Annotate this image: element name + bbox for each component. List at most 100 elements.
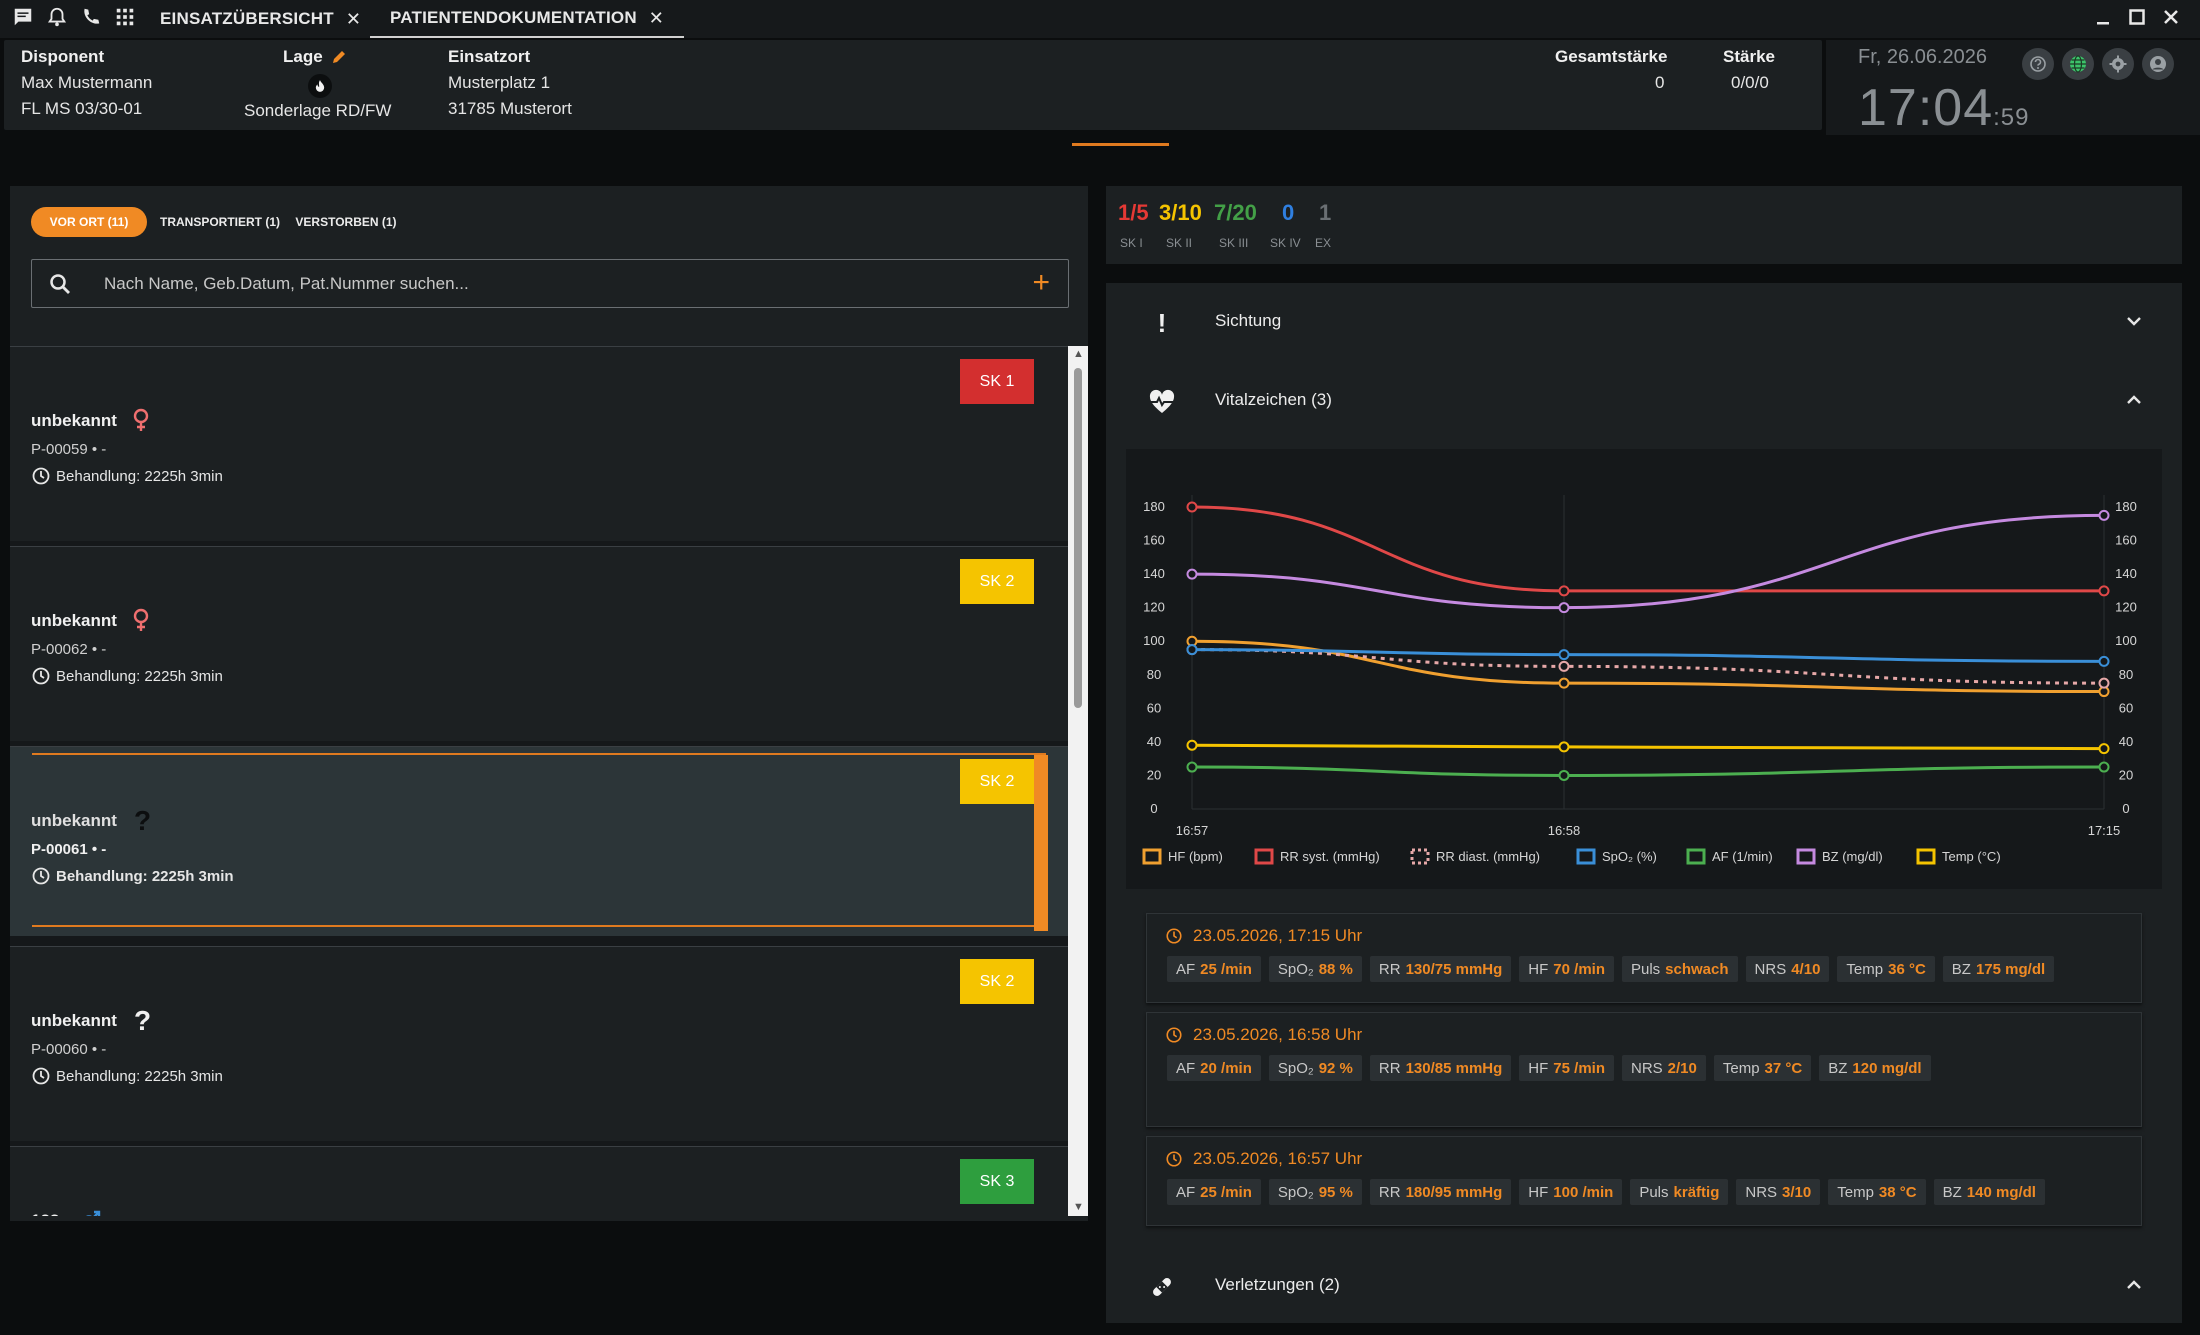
chat-icon[interactable]	[8, 0, 38, 34]
vital-chip: HF 70 /min	[1519, 956, 1614, 982]
vital-key: RR	[1378, 1183, 1401, 1201]
vitals-line-chart: 0 0 20 20 40 40 60 60 80 80 100 100 120 120 140 140 160 1…	[1142, 495, 2137, 865]
apps-grid-icon[interactable]	[110, 0, 140, 34]
vital-key: BZ	[1828, 1059, 1848, 1077]
chevron-up-icon[interactable]	[2122, 388, 2146, 412]
vital-value: 180/95 mmHg	[1405, 1183, 1503, 1201]
data-point	[1186, 501, 1198, 513]
scrollbar-thumb[interactable]	[1074, 368, 1082, 708]
vital-chip: AF 25 /min	[1167, 956, 1261, 982]
gear-icon[interactable]	[2102, 48, 2134, 80]
list-scrollbar[interactable]: ▲ ▼	[1068, 346, 1088, 1216]
y-tick-label-left: 80	[1147, 667, 1161, 682]
close-window-button[interactable]	[2154, 0, 2188, 34]
tab-patientendokumentation[interactable]: PATIENTENDOKUMENTATION ✕	[370, 0, 685, 38]
einsatzort-street: Musterplatz 1	[448, 73, 551, 92]
vital-chip: Puls kräftig	[1630, 1179, 1729, 1205]
list-item[interactable]: SK 2 unbekannt P-00062 • - Behandlung: 2…	[10, 546, 1068, 741]
phone-icon[interactable]	[76, 0, 106, 34]
legend-entry: RR diast. (mmHg)	[1436, 849, 1540, 864]
close-icon[interactable]: ✕	[649, 8, 664, 29]
triage-badge: SK 3	[960, 1159, 1034, 1204]
vital-value: 37 °C	[1764, 1059, 1803, 1077]
help-icon[interactable]	[2022, 48, 2054, 80]
clock-icon	[1166, 928, 1182, 944]
scroll-down-icon[interactable]: ▼	[1073, 1201, 1084, 1213]
vital-chip: Temp 36 °C	[1837, 956, 1935, 982]
chevron-up-icon[interactable]	[2122, 1273, 2146, 1297]
data-point	[1186, 568, 1198, 580]
vitals-entry[interactable]: 23.05.2026, 16:58 Uhr AF 20 /min SpO₂ 92 % R…	[1146, 1012, 2142, 1127]
data-point	[1558, 585, 1570, 597]
vital-chip: NRS 2/10	[1621, 1055, 1706, 1081]
vitals-entry[interactable]: 23.05.2026, 16:57 Uhr AF 25 /min SpO₂ 95 % R…	[1146, 1136, 2142, 1226]
triage-label-sk1: SK I	[1120, 236, 1143, 250]
vital-key: BZ	[1951, 960, 1971, 978]
bell-icon[interactable]	[42, 0, 72, 34]
list-item-selected[interactable]: SK 2 unbekannt ? P-00061 • - Behandlung:…	[10, 746, 1068, 936]
patient-name: unbekannt	[31, 611, 117, 630]
legend-swatch	[1142, 848, 1162, 865]
entry-date: 23.05.2026, 17:15 Uhr	[1165, 926, 1362, 946]
tab-einsatzuebersicht[interactable]: EINSATZÜBERSICHT ✕	[160, 0, 361, 38]
vital-chip: BZ 120 mg/dl	[1819, 1055, 1931, 1081]
list-item[interactable]: SK 1 unbekannt P-00059 • - Behandlung: 2…	[10, 346, 1068, 541]
treatment-text: Behandlung: 2225h 3min	[56, 667, 223, 685]
close-icon[interactable]: ✕	[346, 9, 361, 30]
add-patient-button[interactable]: +	[1032, 266, 1050, 300]
triage-badge: SK 2	[960, 959, 1034, 1004]
y-tick-label-right: 100	[2115, 633, 2137, 648]
minimize-button[interactable]	[2086, 0, 2120, 34]
data-point	[2098, 585, 2110, 597]
patient-search-input[interactable]: Nach Name, Geb.Datum, Pat.Nummer suchen.…	[31, 259, 1069, 308]
clock-icon	[1166, 1027, 1182, 1043]
section-sichtung[interactable]: ! Sichtung	[1106, 283, 2182, 359]
section-verletzungen[interactable]: Verletzungen (2)	[1106, 1247, 2182, 1323]
vital-value: 25 /min	[1200, 1183, 1252, 1201]
filter-transportiert[interactable]: TRANSPORTIERT (1)	[158, 207, 282, 237]
vital-value: schwach	[1665, 960, 1729, 978]
triage-summary: 1/5 SK I 3/10 SK II 7/20 SK III 0 SK IV …	[1106, 186, 2182, 264]
data-point	[1558, 677, 1570, 689]
vital-chip: BZ 140 mg/dl	[1933, 1179, 2045, 1205]
y-tick-label-left: 0	[1150, 801, 1157, 816]
y-tick-label-right: 120	[2115, 600, 2137, 615]
clock-icon	[32, 467, 50, 485]
globe-icon[interactable]	[2062, 48, 2094, 80]
vitals-entry[interactable]: 23.05.2026, 17:15 Uhr AF 25 /min SpO₂ 88 % R…	[1146, 913, 2142, 1003]
list-item[interactable]: SK 2 unbekannt ? P-00060 • - Behandlung:…	[10, 946, 1068, 1141]
exclamation-icon: !	[1157, 307, 1167, 338]
edit-icon[interactable]	[330, 48, 348, 66]
scroll-up-icon[interactable]: ▲	[1073, 348, 1084, 360]
data-point	[1558, 660, 1570, 672]
series-line	[1191, 765, 2105, 777]
vital-key: Temp	[1846, 960, 1884, 978]
triage-badge: SK 2	[960, 559, 1034, 604]
maximize-button[interactable]	[2120, 0, 2154, 34]
patient-id: P-00061 • -	[31, 841, 107, 858]
patient-id: P-00062 • -	[31, 641, 107, 658]
vital-value: 88 %	[1318, 960, 1353, 978]
vital-chip: SpO₂ 88 %	[1268, 956, 1362, 982]
treatment-text: Behandlung: 2225h 3min	[56, 1067, 223, 1085]
entry-values: AF 25 /min SpO₂ 95 % RR 180/95 mmHg HF 100 /min…	[1167, 1179, 2045, 1205]
vital-value: 25 /min	[1200, 960, 1252, 978]
filter-verstorben[interactable]: VERSTORBEN (1)	[294, 207, 398, 237]
user-avatar-icon[interactable]	[2142, 48, 2174, 80]
fire-icon	[308, 74, 332, 98]
vital-key: NRS	[1754, 960, 1787, 978]
list-item[interactable]: SK 3 123	[10, 1146, 1068, 1216]
legend-swatch	[1254, 848, 1274, 865]
y-tick-label-right: 60	[2119, 700, 2133, 715]
filter-vor-ort[interactable]: VOR ORT (11)	[31, 207, 147, 237]
x-tick-label: 16:57	[1176, 823, 1209, 838]
clock-icon	[32, 867, 50, 885]
entry-date-text: 23.05.2026, 16:58 Uhr	[1193, 1025, 1363, 1044]
data-point	[2098, 743, 2110, 755]
vital-chip: AF 20 /min	[1167, 1055, 1261, 1081]
clock: Fr, 26.06.2026 17:04:59	[1826, 40, 2200, 137]
chevron-down-icon[interactable]	[2122, 309, 2146, 333]
vital-chip: RR 180/95 mmHg	[1369, 1179, 1512, 1205]
section-vitalzeichen[interactable]: Vitalzeichen (3)	[1106, 362, 2182, 438]
y-tick-label-left: 20	[1147, 767, 1161, 782]
